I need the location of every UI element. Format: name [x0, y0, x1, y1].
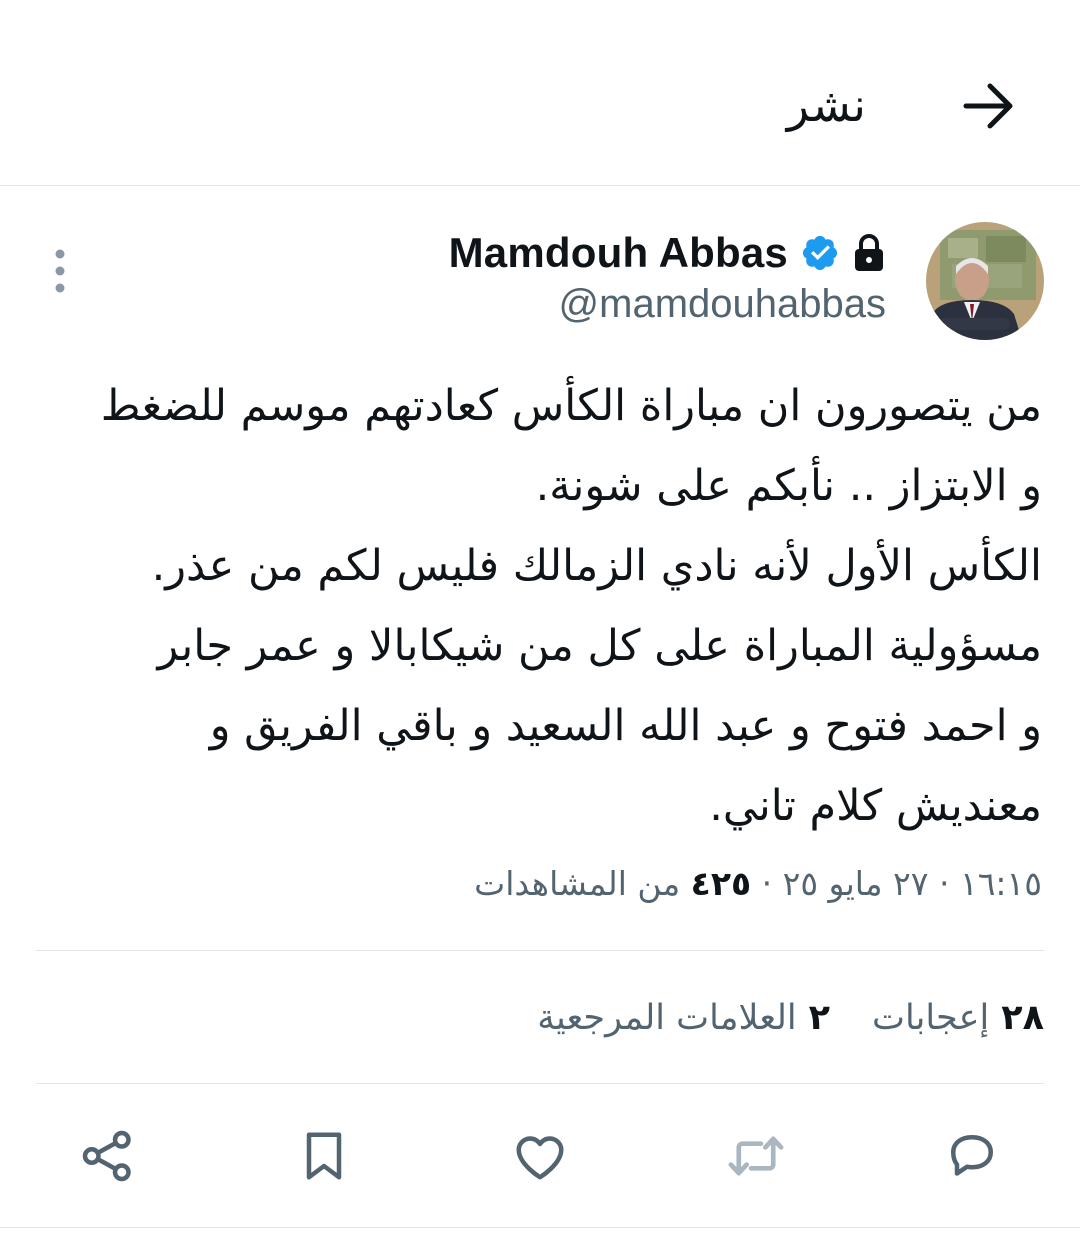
likes-label: إعجابات — [872, 998, 990, 1038]
tweet-text-line: الكأس الأول لأنه نادي الزمالك فليس لكم م… — [151, 541, 1042, 591]
retweet-icon — [728, 1136, 784, 1176]
reply-icon — [951, 1135, 993, 1176]
retweet-button[interactable] — [724, 1124, 788, 1188]
bookmark-icon — [306, 1132, 342, 1180]
tweet-text-line: معنديش كلام تاني. — [709, 781, 1042, 831]
views-label: من المشاهدات — [474, 864, 681, 903]
tweet-text-line: مسؤولية المباراة على كل من شيكابالا و عم… — [157, 621, 1042, 671]
meta-separator: · — [938, 864, 950, 903]
divider — [36, 950, 1044, 951]
avatar-image — [926, 222, 1044, 340]
tweet-text-line: من يتصورون ان مباراة الكأس كعادتهم موسم … — [100, 381, 1042, 431]
likes-count: ٢٨ — [1001, 998, 1044, 1038]
tweet-text-line: و الابتزاز .. نأبكم على شونة. — [535, 461, 1042, 511]
back-button[interactable] — [950, 66, 1030, 146]
bookmarks-stat[interactable]: ٢ العلامات المرجعية — [537, 990, 830, 1046]
likes-stat[interactable]: ٢٨ إعجابات — [872, 990, 1044, 1046]
display-name[interactable]: Mamdouh Abbas — [449, 229, 788, 277]
tweet-date[interactable]: ٢٧ مايو ٢٥ — [783, 864, 929, 903]
bookmark-button[interactable] — [292, 1124, 356, 1188]
engagement-stats: ٢٨ إعجابات ٢ العلامات المرجعية — [537, 990, 1044, 1046]
action-bar — [0, 1106, 1080, 1206]
arrow-right-icon — [963, 83, 1013, 129]
bookmarks-count: ٢ — [808, 998, 831, 1038]
more-options-button[interactable] — [40, 244, 80, 300]
share-button[interactable] — [76, 1124, 140, 1188]
author-name-row: Mamdouh Abbas — [449, 222, 886, 284]
tweet-meta: ١٦:١٥ · ٢٧ مايو ٢٥ · ٤٢٥ من المشاهدات — [474, 856, 1042, 912]
meta-separator: · — [761, 864, 773, 903]
like-icon — [516, 1136, 564, 1180]
author-handle[interactable]: @mamdouhabbas — [559, 282, 886, 327]
divider — [36, 1083, 1044, 1084]
avatar[interactable] — [926, 222, 1044, 340]
lock-icon — [855, 234, 883, 271]
tweet-time[interactable]: ١٦:١٥ — [960, 864, 1042, 903]
reply-button[interactable] — [940, 1124, 1004, 1188]
tweet-detail-page: نشر Mamdouh Abbas @mamdouhabbas من يتصور… — [0, 0, 1080, 1247]
divider — [0, 1227, 1080, 1228]
tweet-text: من يتصورون ان مباراة الكأس كعادتهم موسم … — [42, 366, 1042, 846]
views-count: ٤٢٥ — [690, 864, 752, 903]
share-icon — [82, 1130, 131, 1182]
verified-badge-icon — [802, 235, 838, 271]
top-bar: نشر — [0, 0, 1080, 186]
like-button[interactable] — [508, 1124, 572, 1188]
bookmarks-label: العلامات المرجعية — [537, 998, 797, 1038]
more-vertical-icon — [55, 249, 65, 293]
tweet-text-line: و احمد فتوح و عبد الله السعيد و باقي الف… — [209, 701, 1042, 751]
page-title: نشر — [786, 78, 866, 132]
